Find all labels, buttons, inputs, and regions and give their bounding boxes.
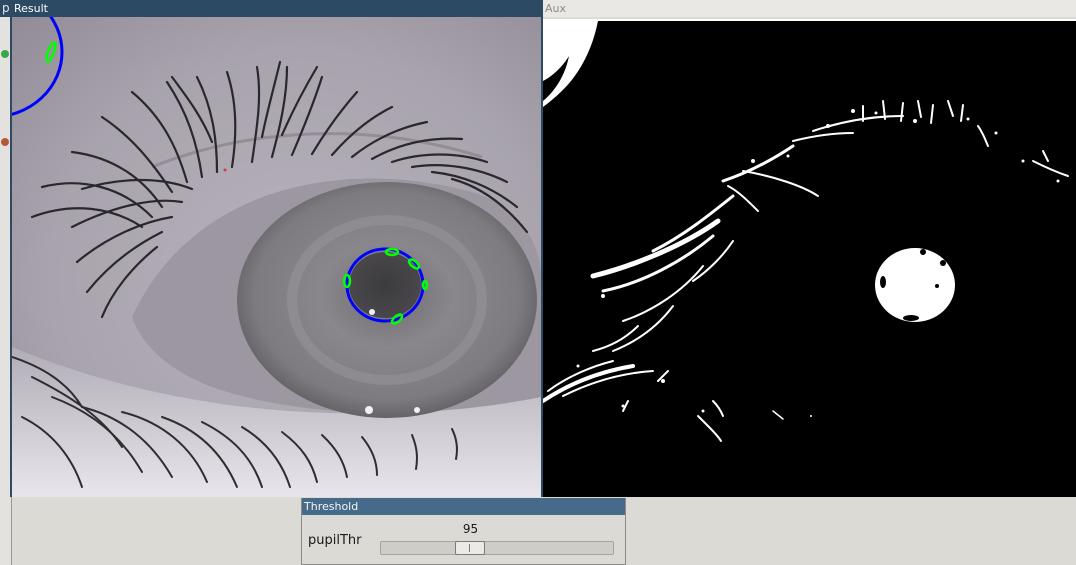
threshold-window-title[interactable]: Threshold [302, 498, 625, 515]
slider-value: 95 [462, 522, 479, 536]
pupil-blob [875, 248, 955, 322]
aux-window-title[interactable]: Aux [543, 0, 1076, 17]
status-dot-icon [1, 138, 9, 146]
pupil-threshold-slider-track[interactable] [380, 541, 614, 555]
result-image [12, 17, 541, 497]
result-window-title[interactable]: Result [12, 0, 541, 17]
threshold-window: Threshold 95 pupilThr [301, 498, 626, 565]
pupil-threshold-slider-handle[interactable] [455, 541, 486, 555]
aux-image [543, 19, 1076, 497]
result-window: Result [10, 0, 543, 497]
threshold-mask-image [543, 21, 1076, 497]
status-dot-icon [1, 50, 9, 58]
slider-label: pupilThr [308, 533, 362, 548]
eye-image [12, 17, 541, 497]
aux-window: Aux [543, 0, 1076, 497]
